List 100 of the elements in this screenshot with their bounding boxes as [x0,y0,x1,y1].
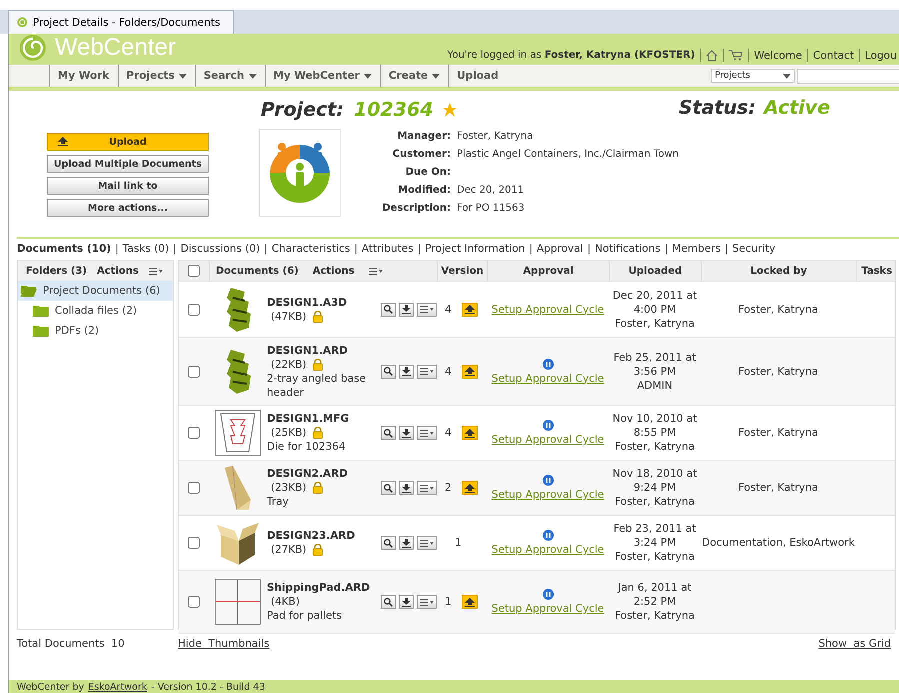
actions-label[interactable]: Actions [312,266,355,276]
action-button[interactable]: Upload [47,133,209,151]
show-as-grid-link[interactable]: Show as Grid [818,638,891,680]
footer-text: - Version 10.2 - Build 43 [151,682,266,692]
tray-drawing [223,466,253,510]
menu-button[interactable] [417,595,437,609]
locked-by-name: Foster, Katryna [738,427,818,439]
status-label: Status: [678,97,756,121]
upload-time: 9:24 PM [632,481,678,495]
document-name[interactable]: DESIGN23.ARD [267,529,367,543]
upload-version-button[interactable] [462,595,478,609]
menu-icon [420,368,434,375]
menu-button[interactable] [417,481,437,495]
preview-button[interactable] [381,595,396,609]
setup-approval-link[interactable]: Setup Approval Cycle [492,372,604,384]
download-button[interactable] [399,302,414,316]
upload-icon [464,428,475,438]
menu-icon [420,540,434,546]
tab[interactable]: Characteristics [272,243,350,255]
column-header: Tasks [862,266,892,276]
action-button[interactable]: More actions... [47,199,209,217]
document-name[interactable]: DESIGN1.ARD [267,344,367,358]
actions-label[interactable]: Actions [97,266,139,276]
tab[interactable]: Project Information [425,243,526,255]
field-value: Dec 20, 2011 [457,185,526,196]
tab[interactable]: Documents (10) [17,243,112,255]
tab[interactable]: Members [672,243,721,255]
row-checkbox[interactable] [188,366,200,378]
setup-approval-link[interactable]: Setup Approval Cycle [492,489,604,501]
field-label: Customer: [392,149,451,160]
header-link[interactable]: Logou [865,50,897,62]
search-field[interactable] [797,68,899,84]
upload-version-button[interactable] [462,302,478,316]
header-link[interactable]: Welcome [754,50,802,62]
row-checkbox[interactable] [188,537,200,549]
tab[interactable]: Discussions (0) [180,243,260,255]
star-icon[interactable] [443,103,458,117]
nav-menu-item[interactable]: My WebCenter [264,65,380,87]
preview-button[interactable] [381,302,396,316]
nav-menu-item[interactable]: Create [380,65,448,87]
field-value: Foster, Katryna [457,131,534,142]
company-link[interactable]: EskoArtwork [88,682,148,692]
setup-approval-link[interactable]: Setup Approval Cycle [492,304,604,316]
tab[interactable]: Attributes [362,243,414,255]
column-header: Approval [523,266,574,276]
action-button[interactable]: Mail link to [47,177,209,195]
upload-version-button[interactable] [462,481,478,495]
tab[interactable]: Tasks (0) [122,243,170,255]
folder-item[interactable]: Collada files (2) [18,301,173,321]
preview-button[interactable] [381,481,396,495]
home-icon[interactable] [706,50,718,61]
lock-icon [312,310,323,322]
row-checkbox[interactable] [188,427,200,439]
search-icon [384,538,393,548]
search-scope-dropdown[interactable]: Projects [711,69,795,83]
preview-button[interactable] [381,536,396,550]
header-link[interactable]: Contact [813,50,854,62]
upload-version-button[interactable] [462,364,478,378]
field-label: Manager: [396,131,451,142]
tab[interactable]: Approval [536,243,584,255]
tab-separator: | [529,243,533,255]
action-button[interactable]: Upload Multiple Documents [47,155,209,173]
select-all-checkbox[interactable] [188,265,200,277]
download-button[interactable] [399,595,414,609]
preview-button[interactable] [381,364,396,378]
document-name[interactable]: DESIGN2.ARD [267,467,367,481]
row-checkbox[interactable] [188,596,200,608]
document-name[interactable]: DESIGN1.MFG [267,412,367,426]
download-button[interactable] [399,426,414,440]
row-checkbox[interactable] [188,482,200,494]
folder-item[interactable]: Project Documents (6) [18,281,173,301]
setup-approval-link[interactable]: Setup Approval Cycle [492,434,604,446]
tab[interactable]: Notifications [595,243,661,255]
document-name[interactable]: DESIGN1.A3D [267,296,367,310]
tab-separator: | [264,243,268,255]
cart-icon[interactable] [729,50,744,61]
menu-icon[interactable] [368,268,383,274]
download-button[interactable] [399,364,414,378]
download-button[interactable] [399,536,414,550]
tab[interactable]: Security [732,243,776,255]
nav-menu-item[interactable]: Search [194,65,264,87]
menu-button[interactable] [417,364,437,378]
upload-version-button[interactable] [462,426,478,440]
preview-button[interactable] [381,426,396,440]
setup-approval-link[interactable]: Setup Approval Cycle [492,603,604,615]
nav-menu-item[interactable]: My Work [49,65,118,87]
setup-approval-link[interactable]: Setup Approval Cycle [492,544,604,556]
menu-icon[interactable] [148,268,163,274]
folder-item[interactable]: PDFs (2) [18,321,173,341]
nav-menu-item[interactable]: Upload [448,65,507,87]
menu-button[interactable] [417,426,437,440]
menu-button[interactable] [417,302,437,316]
upload-icon [464,598,475,606]
row-checkbox[interactable] [188,304,200,316]
menu-button[interactable] [417,536,437,550]
browser-tab[interactable]: Project Details - Folders/Documents [8,10,234,34]
hide-thumbnails-link[interactable]: Hide Thumbnails [178,638,270,680]
download-button[interactable] [399,481,414,495]
nav-menu-item[interactable]: Projects [118,65,195,87]
caret-icon [248,74,256,78]
